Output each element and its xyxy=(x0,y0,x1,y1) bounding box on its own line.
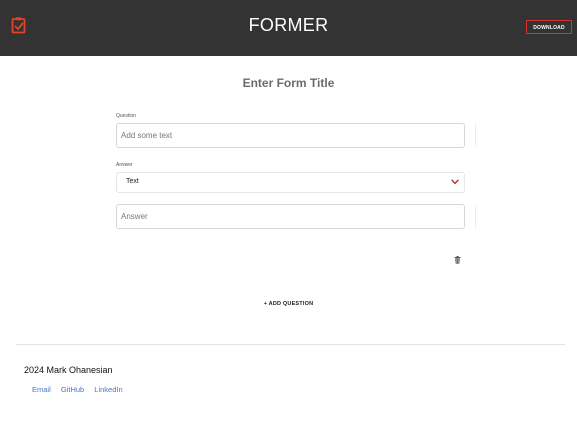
download-button[interactable]: DOWNLOAD xyxy=(526,20,572,34)
github-link[interactable]: GitHub xyxy=(61,385,84,394)
question-input[interactable] xyxy=(116,123,465,148)
answer-type-value: Text xyxy=(126,178,139,185)
answer-input[interactable] xyxy=(116,204,465,229)
footer-copyright: 2024 Mark Ohanesian xyxy=(24,365,113,375)
question-label: Question xyxy=(116,113,137,119)
field-divider xyxy=(475,124,476,146)
chevron-down-icon xyxy=(451,179,459,185)
trash-icon[interactable] xyxy=(454,256,461,264)
app-title: FORMER xyxy=(248,15,329,35)
footer-links: Email GitHub LinkedIn xyxy=(32,385,131,394)
form-title[interactable]: Enter Form Title xyxy=(0,76,577,90)
footer-divider xyxy=(16,344,565,345)
answer-type-select[interactable]: Text xyxy=(116,172,465,193)
add-question-button[interactable]: + ADD QUESTION xyxy=(0,301,577,307)
linkedin-link[interactable]: LinkedIn xyxy=(94,385,122,394)
email-link[interactable]: Email xyxy=(32,385,51,394)
field-divider xyxy=(475,206,476,228)
answer-type-label: Answer xyxy=(116,162,133,168)
top-nav-bar: FORMER DOWNLOAD xyxy=(0,0,577,56)
